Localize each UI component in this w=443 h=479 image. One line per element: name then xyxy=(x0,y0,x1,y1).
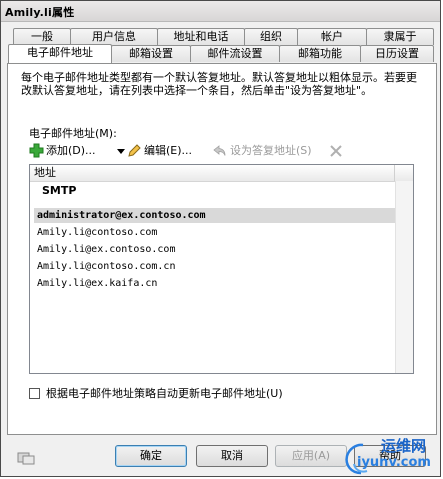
tab-address-phone[interactable]: 地址和电话 xyxy=(157,28,245,45)
pencil-icon xyxy=(128,144,141,157)
dropdown-arrow-icon[interactable] xyxy=(117,149,125,155)
list-header: 地址 xyxy=(30,165,413,182)
column-header-address[interactable]: 地址 xyxy=(34,166,56,180)
tab-general[interactable]: 一般 xyxy=(13,28,71,45)
address-row[interactable]: administrator@ex.contoso.com xyxy=(34,208,396,223)
address-list[interactable]: 地址 SMTP administrator@ex.contoso.com Ami… xyxy=(29,164,414,374)
vertical-scrollbar[interactable] xyxy=(395,181,413,373)
reply-icon xyxy=(213,145,226,156)
properties-dialog: Amily.li属性 一般 用户信息 地址和电话 组织 帐户 隶属于 电子邮件地… xyxy=(0,0,441,477)
watermark-logo: 运维网 iyunv.com xyxy=(341,433,441,479)
tab-user-info[interactable]: 用户信息 xyxy=(70,28,158,45)
tab-email-addresses[interactable]: 电子邮件地址 xyxy=(8,44,112,63)
add-button-label: 添加(D)... xyxy=(46,144,96,157)
apply-button[interactable]: 应用(A) xyxy=(275,445,347,467)
watermark-line2: iyunv.com xyxy=(357,455,431,470)
description-text: 每个电子邮件地址类型都有一个默认答复地址。默认答复地址以粗体显示。若要更改默认答… xyxy=(21,71,417,97)
watermark-line1: 运维网 xyxy=(381,437,427,455)
properties-footer-icon xyxy=(17,452,35,465)
address-toolbar: 添加(D)... 编辑(E)... 设为答复地址(S) xyxy=(29,142,419,160)
tab-mail-flow-settings[interactable]: 邮件流设置 xyxy=(190,45,280,62)
address-row[interactable]: Amily.li@contoso.com xyxy=(34,225,396,240)
header-separator xyxy=(394,165,395,181)
tab-member-of[interactable]: 隶属于 xyxy=(366,28,434,45)
delete-icon[interactable] xyxy=(330,145,342,157)
group-label-smtp: SMTP xyxy=(42,184,77,197)
auto-update-checkbox[interactable] xyxy=(29,388,40,399)
tab-account[interactable]: 帐户 xyxy=(297,28,367,45)
window-title: Amily.li属性 xyxy=(5,6,75,19)
set-as-reply-button[interactable]: 设为答复地址(S) xyxy=(213,142,323,160)
edit-button[interactable]: 编辑(E)... xyxy=(127,142,209,160)
add-icon xyxy=(29,143,44,158)
tab-organization[interactable]: 组织 xyxy=(244,28,298,45)
ok-button[interactable]: 确定 xyxy=(115,445,187,467)
tab-mailbox-settings[interactable]: 邮箱设置 xyxy=(111,45,191,62)
tab-row-front: 电子邮件地址 邮箱设置 邮件流设置 邮箱功能 日历设置 xyxy=(1,44,443,63)
title-bar[interactable]: Amily.li属性 xyxy=(1,1,440,22)
add-button[interactable]: 添加(D)... xyxy=(29,142,121,160)
edit-button-label: 编辑(E)... xyxy=(144,144,193,157)
cancel-button[interactable]: 取消 xyxy=(196,445,268,467)
tab-calendar-settings[interactable]: 日历设置 xyxy=(360,45,434,62)
address-row[interactable]: Amily.li@ex.kaifa.cn xyxy=(34,276,396,291)
address-row[interactable]: Amily.li@contoso.com.cn xyxy=(34,259,396,274)
email-addresses-label: 电子邮件地址(M): xyxy=(29,127,117,140)
address-row[interactable]: Amily.li@ex.contoso.com xyxy=(34,242,396,257)
set-as-reply-label: 设为答复地址(S) xyxy=(230,144,312,157)
auto-update-label: 根据电子邮件地址策略自动更新电子邮件地址(U) xyxy=(46,387,283,400)
tab-mailbox-features[interactable]: 邮箱功能 xyxy=(279,45,361,62)
